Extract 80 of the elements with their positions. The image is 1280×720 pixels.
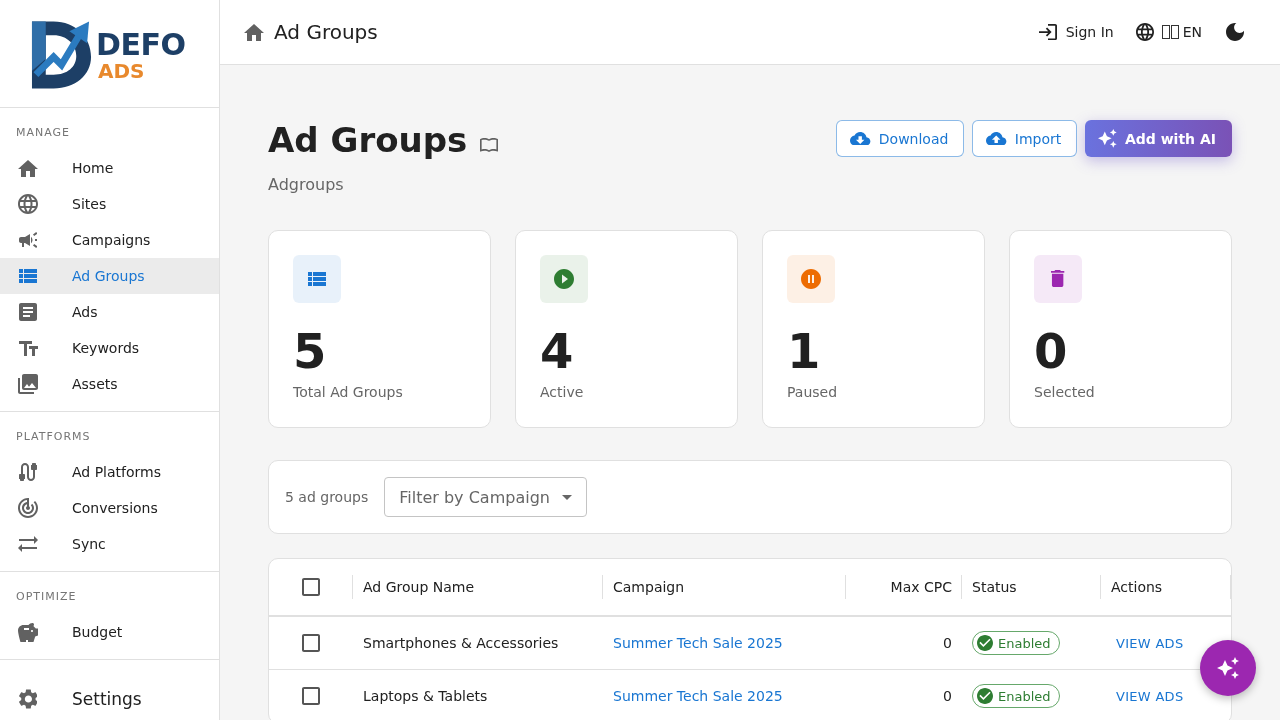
stat-value: 4 [540,323,575,379]
nav-item[interactable]: Sync [0,526,219,562]
nav-item[interactable]: Home [0,150,219,186]
nav-item[interactable]: Ads [0,294,219,330]
cloud-upload-icon [986,131,1007,146]
swap-arrows-icon [18,536,38,552]
stat-value: 1 [787,323,822,379]
campaign-link[interactable]: Summer Tech Sale 2025 [613,688,783,704]
pause-icon [787,255,835,303]
sparkle-icon [1098,129,1117,148]
checkbox[interactable] [302,634,320,652]
caret-icon [561,494,572,500]
nav-item[interactable]: Assets [0,366,219,402]
stat-label: Total Ad Groups [293,383,404,402]
target-icon [18,498,38,518]
column-header[interactable]: Max CPC [846,559,962,615]
result-count: 5 ad groups [285,489,369,505]
checkbox[interactable] [302,578,320,596]
logo-text: DEFO [96,29,186,60]
table-cell-text: 0 [942,687,953,706]
play-icon [540,255,588,303]
logo-tagline: ADS [97,59,146,82]
nav-item[interactable]: Budget [0,614,219,650]
section-label: OPTIMIZE [15,589,78,605]
sparkle-icon [1217,657,1239,679]
stat-label: Selected [1034,383,1096,402]
section-label: MANAGE [15,125,72,141]
page-breadcrumb: Ad Groups [274,20,378,44]
column-header[interactable]: Actions [1101,559,1231,615]
sign-in-button[interactable]: Sign In [1030,17,1122,47]
download-button[interactable]: Download [836,120,965,157]
nav-item[interactable]: Campaigns [0,222,219,258]
nav-item[interactable]: Sites [0,186,219,222]
column-header[interactable]: Campaign [603,559,846,615]
text-size-icon [18,340,38,356]
stat-value: 0 [1034,323,1069,379]
checkbox[interactable] [302,687,320,705]
stat-value: 5 [293,323,328,379]
list-icon [19,269,37,283]
status-label: Enabled [998,635,1051,651]
nav-item[interactable]: Ad Platforms [0,454,219,490]
nav-item[interactable]: Ad Groups [0,258,219,294]
stat-label: Paused [787,383,839,402]
document-icon [19,303,37,321]
view-ads-link[interactable]: VIEW ADS [1111,684,1189,708]
table-cell-text: Laptops & Tablets [362,687,489,706]
nav-item[interactable]: Settings [0,681,219,717]
book-icon[interactable] [480,138,499,152]
nav-item[interactable]: Conversions [0,490,219,526]
language-button[interactable]: EN [1127,17,1210,47]
missing-glyph-icon [1161,25,1179,39]
piggy-bank-icon [18,622,38,642]
moon-icon [1226,23,1244,41]
column-header[interactable]: Status [962,559,1101,615]
campaign-link[interactable]: Summer Tech Sale 2025 [613,635,783,651]
cloud-download-icon [850,131,871,146]
images-icon [18,374,38,394]
settings-icon [18,689,38,709]
trash-icon [1034,255,1082,303]
page-title: Ad Groups [268,120,468,160]
table-cell-text: Smartphones & Accessories [362,634,560,653]
nav-item[interactable]: Keywords [0,330,219,366]
add-with-ai-button[interactable]: Add with AI [1085,120,1232,157]
sign-in-icon [1038,23,1057,41]
table-cell-text: 0 [942,634,953,653]
globe-icon [1135,23,1154,41]
status-label: Enabled [998,688,1051,704]
campaign-filter-select[interactable]: Filter by Campaign [384,477,587,517]
home-icon[interactable] [244,23,264,41]
list-icon [293,255,341,303]
column-header[interactable]: Ad Group Name [353,559,603,615]
section-label: PLATFORMS [15,429,92,445]
home-icon [18,159,38,177]
megaphone-icon [18,232,38,248]
page-subtitle: Adgroups [268,174,345,196]
import-button[interactable]: Import [972,120,1078,157]
stat-label: Active [540,383,585,402]
globe-icon [18,194,38,214]
view-ads-link[interactable]: VIEW ADS [1111,631,1189,655]
cable-icon [19,463,37,481]
